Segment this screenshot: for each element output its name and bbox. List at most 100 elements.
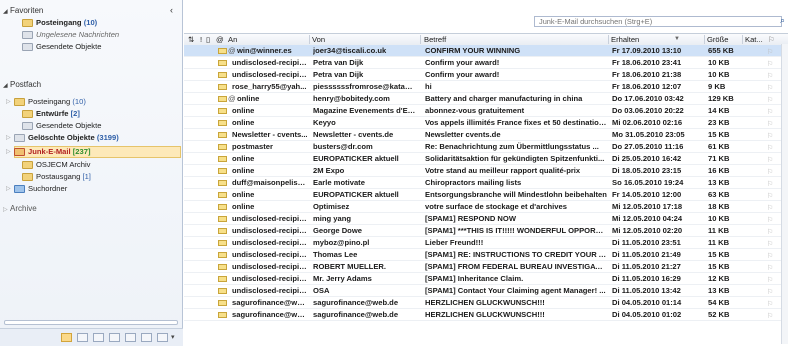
search-input[interactable] [534,16,782,27]
envelope-icon [218,96,227,102]
attachment-column-icon[interactable]: @ [216,34,224,45]
folder-drafts[interactable]: Entwürfe [2] [22,108,80,119]
envelope-icon [218,264,227,270]
message-to: busters@dr.com [313,142,373,151]
horizontal-scrollbar[interactable] [4,320,178,325]
table-row[interactable]: online EUROPATICKER aktuell Solidaritätsak… [184,153,788,165]
favorites-header[interactable]: Favoriten [10,6,43,15]
column-size[interactable]: Größe [707,34,729,45]
folder-sent[interactable]: Gesendete Objekte [22,120,101,131]
table-row[interactable]: undisclosed-recipients Mr. Jerry Adams [SP… [184,273,788,285]
column-category[interactable]: Kat... [745,34,763,45]
folder-icon [22,19,33,27]
search-icon[interactable]: ⌕ [780,15,785,26]
envelope-icon [218,180,227,186]
contacts-icon[interactable] [93,333,104,342]
calendar-icon[interactable] [77,333,88,342]
table-row[interactable]: online Magazine Evenements d'Entr... abonn… [184,105,788,117]
folder-junk[interactable]: Junk-E-Mail [237] [14,146,90,157]
table-row[interactable]: sagurofinance@web... sagurofinance@web.de… [184,309,788,321]
table-row[interactable]: undisclosed-recipients ming yang [SPAM1] R… [184,213,788,225]
message-date: Di 11.05.2010 21:27 [612,262,681,271]
table-row[interactable]: undisclosed-recipients George Dowe [SPAM1]… [184,225,788,237]
envelope-icon [218,156,227,162]
folder-outbox[interactable]: Postausgang [1] [22,171,91,182]
message-from: online [232,166,255,175]
column-separator[interactable] [704,35,705,44]
expand-arrow-icon[interactable]: ▷ [6,98,11,105]
message-to: piessssssfromrose@katamail.c... [313,82,419,91]
mail-icon[interactable] [61,333,72,342]
expand-arrow-icon[interactable]: ▷ [3,206,8,213]
mailbox-header[interactable]: Postfach [10,80,41,89]
message-subject: Battery and charger manufacturing in chi… [425,94,583,103]
folder-icon [14,98,25,106]
folder-search[interactable]: Suchordner [14,183,67,194]
importance-column[interactable]: ! [200,34,202,45]
fav-sent[interactable]: Gesendete Objekte [22,41,101,52]
icon-column[interactable]: ▯ [206,34,210,45]
collapse-triangle-icon[interactable]: ◢ [3,8,8,15]
tasks-icon[interactable] [109,333,120,342]
column-separator[interactable] [309,35,310,44]
folder-deleted[interactable]: Gelöschte Objekte (3199) [14,132,119,143]
folder-inbox[interactable]: Posteingang (10) [14,96,86,107]
message-to: ROBERT MUELLER. [313,262,386,271]
table-row[interactable]: online 2M Expo Votre stand au meilleur rap… [184,165,788,177]
message-from: Newsletter - cvents... [232,130,308,139]
table-row[interactable]: undisclosed-recipients Petra van Dijk Conf… [184,69,788,81]
importance-column-icon[interactable]: ⇅ [188,34,194,45]
collapse-pane-icon[interactable]: ‹ [170,5,173,15]
message-from: undisclosed-recipients [232,70,308,79]
table-row[interactable]: duff@maisonpelissi... Earle motivate Chiro… [184,177,788,189]
shortcuts-icon[interactable] [157,333,168,342]
folder-archive-osjecm[interactable]: OSJECM Archiv [22,159,90,170]
flag-icon[interactable]: ⚐ [767,311,773,323]
table-row[interactable]: online Keyyo Vos appels illimités France f… [184,117,788,129]
column-subject[interactable]: Betreff [424,34,446,45]
folder-list-icon[interactable] [141,333,152,342]
expand-triangle-icon[interactable]: ◢ [3,82,8,89]
table-row[interactable]: sagurofinance@web... sagurofinance@web.de… [184,297,788,309]
table-row[interactable]: @ win@winner.es joer34@tiscali.co.uk CONFIR… [184,45,788,57]
column-from[interactable]: An [228,34,237,45]
column-received[interactable]: Erhalten [611,34,639,45]
column-separator[interactable] [608,35,609,44]
table-row[interactable]: undisclosed-recipients Petra van Dijk Conf… [184,57,788,69]
table-row[interactable]: online EUROPATICKER aktuell Entsorgungsbra… [184,189,788,201]
flag-column-icon[interactable]: ⚐ [768,34,775,45]
column-separator[interactable] [420,35,421,44]
table-row[interactable]: @ online henry@bobitedy.com Battery and cha… [184,93,788,105]
configure-buttons-icon[interactable]: ▾ [171,333,175,341]
message-date: Di 11.05.2010 23:51 [612,238,681,247]
message-from: undisclosed-recipients [232,226,308,235]
fav-unread[interactable]: Ungelesene Nachrichten [22,29,119,40]
message-subject: Newsletter cvents.de [425,130,501,139]
table-row[interactable]: undisclosed-recipients Thomas Lee [SPAM1] … [184,249,788,261]
envelope-icon [218,252,227,258]
table-row[interactable]: online Optimisez votre surface de stockage… [184,201,788,213]
vertical-scrollbar[interactable] [781,44,788,344]
message-subject: Re: Benachrichtung zum Übermittlungsstat… [425,142,599,151]
envelope-icon [218,168,227,174]
column-separator[interactable] [742,35,743,44]
message-from: rose_harry55@yah... [232,82,307,91]
table-row[interactable]: postmaster busters@dr.com Re: Benachrichtu… [184,141,788,153]
message-subject: Vos appels illimités France fixes et 50 … [425,118,607,127]
archive-header[interactable]: Archive [10,204,37,213]
expand-arrow-icon[interactable]: ▷ [6,185,11,192]
expand-arrow-icon[interactable]: ▷ [6,134,11,141]
table-row[interactable]: undisclosed-recipients myboz@pino.pl Liebe… [184,237,788,249]
expand-arrow-icon[interactable]: ▷ [6,148,11,155]
notes-icon[interactable] [125,333,136,342]
fav-inbox[interactable]: Posteingang (10) [22,17,97,28]
envelope-icon [218,192,227,198]
table-row[interactable]: Newsletter - cvents... Newsletter - cvent… [184,129,788,141]
sent-folder-icon [22,43,33,51]
table-row[interactable]: undisclosed-recipients OSA [SPAM1] Contact… [184,285,788,297]
column-to[interactable]: Von [312,34,325,45]
message-date: Do 03.06.2010 20:22 [612,106,684,115]
message-subject: hi [425,82,432,91]
table-row[interactable]: undisclosed-recipients ROBERT MUELLER. [SP… [184,261,788,273]
table-row[interactable]: rose_harry55@yah... piessssssfromrose@kat… [184,81,788,93]
